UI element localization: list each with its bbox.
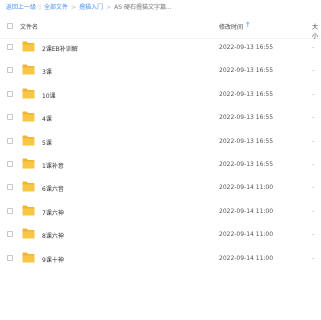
folder-icon	[22, 111, 35, 122]
column-header-modified-time[interactable]: 修改时间	[219, 22, 243, 31]
folder-icon	[22, 158, 35, 169]
file-row[interactable]: 4课 2022-09-13 16:55 -	[0, 106, 321, 129]
file-row[interactable]: 10课 2022-09-13 16:55 -	[0, 83, 321, 106]
file-name[interactable]: 5课	[42, 138, 52, 147]
file-size: -	[312, 207, 315, 215]
breadcrumb-separator: |	[39, 4, 42, 11]
breadcrumb-folder-link[interactable]: 撸猫入门	[79, 4, 103, 11]
folder-icon	[22, 252, 35, 263]
breadcrumb-separator: >	[71, 4, 77, 11]
file-size: -	[312, 114, 315, 122]
folder-icon	[22, 181, 35, 192]
folder-icon	[22, 205, 35, 216]
sort-ascending-icon[interactable]: ↑	[245, 21, 251, 29]
file-row[interactable]: 3课 2022-09-13 16:55 -	[0, 59, 321, 82]
file-modified-time: 2022-09-14 11:00	[219, 184, 274, 192]
breadcrumb-current-folder: AS·硬石撸猫文字篇...	[114, 4, 172, 11]
file-size: -	[312, 67, 315, 75]
breadcrumb-back-link[interactable]: 返回上一级	[6, 4, 36, 11]
file-size: -	[312, 254, 315, 262]
row-checkbox[interactable]	[7, 114, 13, 121]
row-checkbox[interactable]	[7, 67, 13, 74]
row-checkbox[interactable]	[7, 160, 13, 167]
file-row[interactable]: 2课EB补训解 2022-09-13 16:55 -	[0, 36, 321, 59]
file-modified-time: 2022-09-14 11:00	[219, 207, 274, 215]
file-modified-time: 2022-09-13 16:55	[219, 160, 274, 168]
file-name[interactable]: 7课六神	[42, 208, 64, 217]
file-row[interactable]: 8课六神 2022-09-14 11:00 -	[0, 223, 321, 246]
folder-icon	[22, 135, 35, 146]
folder-icon	[22, 64, 35, 75]
row-checkbox[interactable]	[7, 137, 13, 144]
file-list: 2课EB补训解 2022-09-13 16:55 - 3课 2022-09-13 16:…	[0, 36, 321, 270]
file-row[interactable]: 7课六神 2022-09-14 11:00 -	[0, 200, 321, 223]
file-name[interactable]: 8课六神	[42, 231, 64, 240]
file-modified-time: 2022-09-13 16:55	[219, 137, 274, 145]
file-name[interactable]: 9课十神	[42, 255, 64, 264]
file-modified-time: 2022-09-14 11:00	[219, 254, 274, 262]
file-size: -	[312, 90, 315, 98]
row-checkbox[interactable]	[7, 231, 13, 238]
file-modified-time: 2022-09-13 16:55	[219, 44, 274, 51]
select-all-checkbox[interactable]	[7, 23, 13, 29]
file-modified-time: 2022-09-13 16:55	[219, 90, 274, 98]
file-name[interactable]: 3课	[42, 67, 52, 76]
file-size: -	[312, 44, 315, 51]
column-header-name[interactable]: 文件名	[20, 22, 38, 31]
file-size: -	[312, 160, 315, 168]
file-row[interactable]: 1课补意 2022-09-13 16:55 -	[0, 153, 321, 176]
row-checkbox[interactable]	[7, 254, 13, 261]
file-name[interactable]: 1课补意	[42, 161, 64, 170]
file-row[interactable]: 9课十神 2022-09-14 11:00 -	[0, 247, 321, 270]
file-size: -	[312, 231, 315, 239]
row-checkbox[interactable]	[7, 207, 13, 214]
file-name[interactable]: 6课六音	[42, 184, 64, 193]
file-size: -	[312, 137, 315, 145]
row-checkbox[interactable]	[7, 44, 13, 50]
file-modified-time: 2022-09-13 16:55	[219, 114, 274, 122]
file-name[interactable]: 2课EB补训解	[42, 44, 78, 53]
breadcrumb-separator: >	[106, 4, 112, 11]
file-modified-time: 2022-09-14 11:00	[219, 231, 274, 239]
row-checkbox[interactable]	[7, 184, 13, 191]
file-row[interactable]: 5课 2022-09-13 16:55 -	[0, 130, 321, 153]
breadcrumb-all-files-link[interactable]: 全部文件	[44, 4, 68, 11]
file-row[interactable]: 6课六音 2022-09-14 11:00 -	[0, 176, 321, 199]
row-checkbox[interactable]	[7, 90, 13, 97]
file-size: -	[312, 184, 315, 192]
file-name[interactable]: 10课	[42, 91, 56, 100]
folder-icon	[22, 41, 35, 52]
folder-icon	[22, 88, 35, 99]
file-modified-time: 2022-09-13 16:55	[219, 67, 274, 75]
folder-icon	[22, 228, 35, 239]
breadcrumb: 返回上一级 | 全部文件 > 撸猫入门 > AS·硬石撸猫文字篇...	[6, 2, 172, 14]
file-name[interactable]: 4课	[42, 114, 52, 123]
